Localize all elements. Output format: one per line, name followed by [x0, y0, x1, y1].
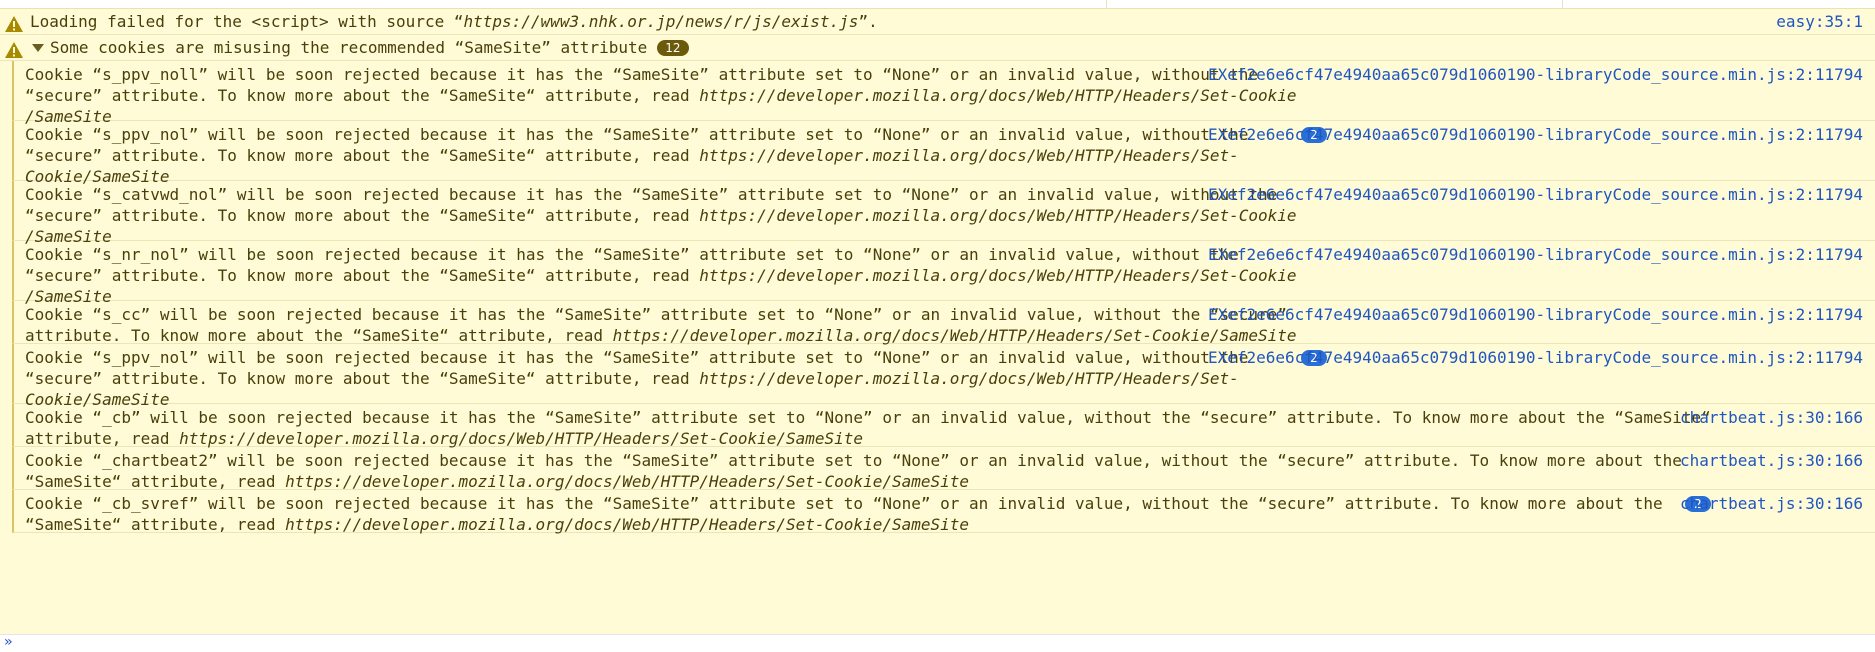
- source-link[interactable]: EXef2e6e6cf47e4940aa65c079d1060190-libra…: [1208, 64, 1863, 85]
- message-line: “secure” attribute. To know more about t…: [25, 266, 1297, 285]
- mdn-link[interactable]: https://developer.mozilla.org/docs/Web/H…: [285, 472, 969, 491]
- console-top-border: [0, 0, 1875, 9]
- message-line: “SameSite“ attribute, read https://devel…: [25, 515, 970, 534]
- message-line: “secure” attribute. To know more about t…: [25, 369, 1239, 388]
- source-link[interactable]: EXef2e6e6cf47e4940aa65c079d1060190-libra…: [1208, 304, 1863, 325]
- message-line: attribute, read https://developer.mozill…: [25, 429, 864, 448]
- mdn-link[interactable]: https://developer.mozilla.org/docs/Web/H…: [613, 326, 1297, 345]
- mdn-link[interactable]: https://developer.mozilla.org/docs/Web/H…: [699, 146, 1238, 165]
- source-link[interactable]: chartbeat.js:30:166: [1680, 450, 1863, 471]
- group-title: Some cookies are misusing the recommende…: [32, 37, 689, 58]
- mdn-link[interactable]: https://developer.mozilla.org/docs/Web/H…: [285, 515, 969, 534]
- warning-message: Loading failed for the <script> with sou…: [30, 12, 878, 31]
- cookie-warning-message: Cookie “_cb_svref” will be soon rejected…: [25, 493, 1663, 535]
- cookie-warning-message: Cookie “_cb” will be soon rejected becau…: [25, 407, 1711, 449]
- mdn-link[interactable]: https://developer.mozilla.org/docs/Web/H…: [699, 86, 1296, 105]
- console-input-bar[interactable]: »: [0, 634, 1875, 652]
- source-link[interactable]: EXef2e6e6cf47e4940aa65c079d1060190-libra…: [1208, 347, 1863, 368]
- message-line: Cookie “s_nr_nol” will be soon rejected …: [25, 245, 1239, 264]
- column-tick: [1106, 0, 1107, 8]
- cookie-warning-message: Cookie “_chartbeat2” will be soon reject…: [25, 450, 1682, 492]
- source-link[interactable]: chartbeat.js:30:166: [1680, 407, 1863, 428]
- warning-group-header[interactable]: Some cookies are misusing the recommende…: [0, 35, 1875, 61]
- source-link[interactable]: EXef2e6e6cf47e4940aa65c079d1060190-libra…: [1208, 184, 1863, 205]
- cookie-warning-row[interactable]: Cookie “s_ppv_noll” will be soon rejecte…: [12, 61, 1875, 126]
- cookie-warning-row[interactable]: Cookie “s_catvwd_nol” will be soon rejec…: [12, 181, 1875, 246]
- mdn-link[interactable]: https://developer.mozilla.org/docs/Web/H…: [699, 369, 1238, 388]
- group-count-badge: 12: [657, 40, 689, 56]
- cookie-warning-row[interactable]: Cookie “_cb_svref” will be soon rejected…: [12, 490, 1875, 535]
- mdn-link[interactable]: https://developer.mozilla.org/docs/Web/H…: [179, 429, 863, 448]
- message-line: “secure” attribute. To know more about t…: [25, 206, 1297, 225]
- message-line: “SameSite“ attribute, read https://devel…: [25, 472, 970, 491]
- source-link[interactable]: EXef2e6e6cf47e4940aa65c079d1060190-libra…: [1208, 244, 1863, 265]
- message-line: “secure” attribute. To know more about t…: [25, 86, 1297, 105]
- cookie-warning-message: Cookie “s_ppv_nol” will be soon rejected…: [25, 124, 1248, 187]
- cookie-warning-message: Cookie “s_nr_nol” will be soon rejected …: [25, 244, 1297, 307]
- console-prompt-icon: »: [4, 634, 13, 650]
- message-line: Cookie “s_cc” will be soon rejected beca…: [25, 305, 1287, 324]
- cookie-warning-message: Cookie “s_cc” will be soon rejected beca…: [25, 304, 1297, 346]
- cookie-warning-row[interactable]: Cookie “_cb” will be soon rejected becau…: [12, 404, 1875, 449]
- cookie-warning-row[interactable]: Cookie “s_cc” will be soon rejected beca…: [12, 301, 1875, 346]
- source-link[interactable]: EXef2e6e6cf47e4940aa65c079d1060190-libra…: [1208, 124, 1863, 145]
- column-tick: [1562, 0, 1563, 8]
- cookie-warning-message: Cookie “s_ppv_nol” will be soon rejected…: [25, 347, 1248, 410]
- message-line: attribute. To know more about the “SameS…: [25, 326, 1297, 345]
- source-link[interactable]: easy:35:1: [1776, 11, 1863, 32]
- message-line: Cookie “s_catvwd_nol” will be soon rejec…: [25, 185, 1278, 204]
- cookie-warning-row[interactable]: Cookie “_chartbeat2” will be soon reject…: [12, 447, 1875, 492]
- mdn-link[interactable]: https://developer.mozilla.org/docs/Web/H…: [699, 206, 1296, 225]
- message-line: Cookie “_cb” will be soon rejected becau…: [25, 408, 1711, 427]
- warning-icon: [5, 16, 23, 32]
- disclosure-triangle-icon[interactable]: [32, 44, 44, 52]
- cookie-warning-message: Cookie “s_ppv_noll” will be soon rejecte…: [25, 64, 1297, 127]
- source-link[interactable]: chartbeat.js:30:166: [1680, 493, 1863, 514]
- script-url[interactable]: https://www3.nhk.or.jp/news/r/js/exist.j…: [463, 12, 858, 31]
- mdn-link[interactable]: https://developer.mozilla.org/docs/Web/H…: [699, 266, 1296, 285]
- message-line: Cookie “_chartbeat2” will be soon reject…: [25, 451, 1682, 470]
- cookie-warning-row[interactable]: Cookie “s_ppv_nol” will be soon rejected…: [12, 344, 1875, 409]
- message-line: Cookie “s_ppv_nol” will be soon rejected…: [25, 348, 1249, 367]
- message-line: Cookie “s_ppv_noll” will be soon rejecte…: [25, 65, 1258, 84]
- message-line: Cookie “s_ppv_nol” will be soon rejected…: [25, 125, 1249, 144]
- cookie-warning-message: Cookie “s_catvwd_nol” will be soon rejec…: [25, 184, 1297, 247]
- message-line: Cookie “_cb_svref” will be soon rejected…: [25, 494, 1663, 513]
- console-warning-row[interactable]: Loading failed for the <script> with sou…: [0, 9, 1875, 35]
- message-line: “secure” attribute. To know more about t…: [25, 146, 1239, 165]
- cookie-warning-row[interactable]: Cookie “s_nr_nol” will be soon rejected …: [12, 241, 1875, 306]
- warning-icon: [5, 42, 23, 58]
- cookie-warning-row[interactable]: Cookie “s_ppv_nol” will be soon rejected…: [12, 121, 1875, 186]
